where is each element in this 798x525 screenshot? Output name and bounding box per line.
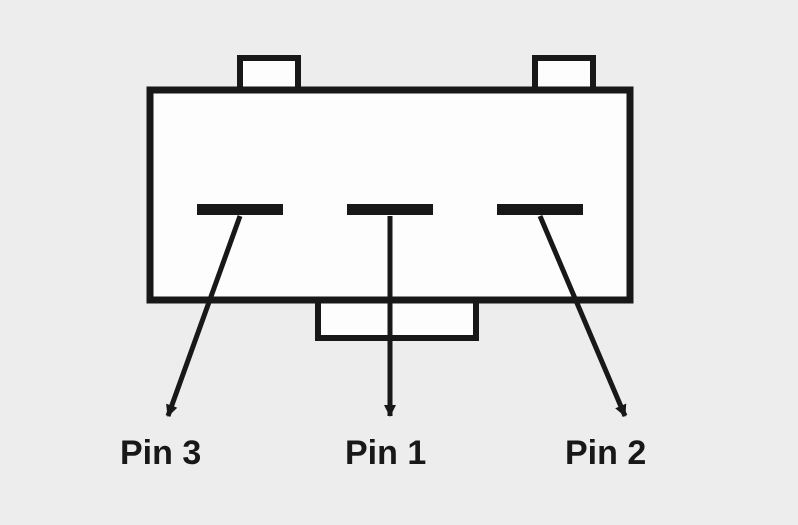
label-pin1: Pin 1 [345, 434, 426, 473]
contact-slots [197, 204, 583, 215]
connector-pinout-diagram: Pin 3 Pin 1 Pin 2 [0, 0, 798, 525]
label-pin2: Pin 2 [565, 434, 646, 473]
label-pin3: Pin 3 [120, 434, 201, 473]
